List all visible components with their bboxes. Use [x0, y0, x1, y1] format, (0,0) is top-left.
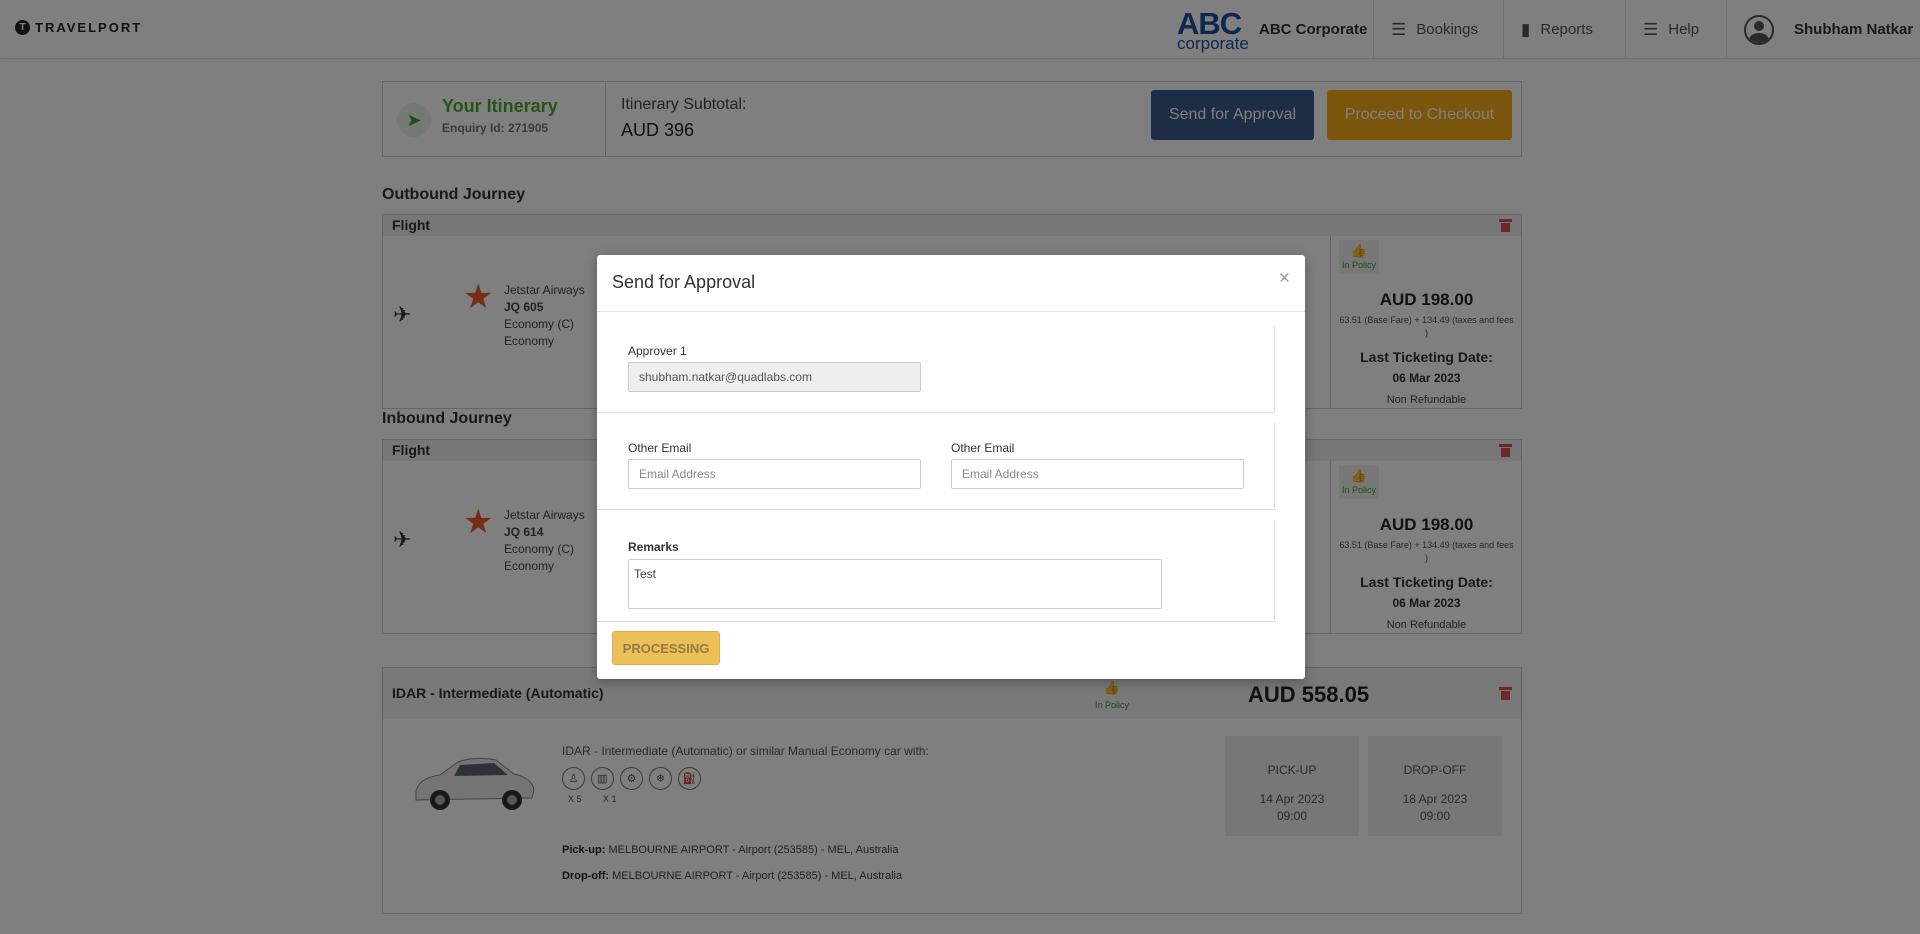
send-for-approval-modal: Send for Approval × Approver 1 Other Ema… — [597, 255, 1305, 679]
remarks-textarea[interactable]: Test — [628, 559, 1162, 609]
approver-section: Approver 1 — [597, 326, 1275, 413]
remarks-section: Remarks Test — [597, 520, 1275, 622]
close-icon[interactable]: × — [1279, 268, 1290, 290]
other-email-field-1[interactable] — [628, 459, 921, 489]
other-email-label-2: Other Email — [951, 441, 1015, 455]
other-email-field-2[interactable] — [951, 459, 1244, 489]
other-email-section: Other Email Other Email — [597, 423, 1275, 510]
remarks-label: Remarks — [628, 540, 679, 554]
processing-button[interactable]: PROCESSING — [612, 631, 720, 665]
approver-label: Approver 1 — [628, 344, 687, 358]
modal-header: Send for Approval × — [597, 255, 1305, 312]
approver-email-field[interactable] — [628, 362, 921, 392]
other-email-label-1: Other Email — [628, 441, 692, 455]
modal-title: Send for Approval — [612, 272, 756, 292]
